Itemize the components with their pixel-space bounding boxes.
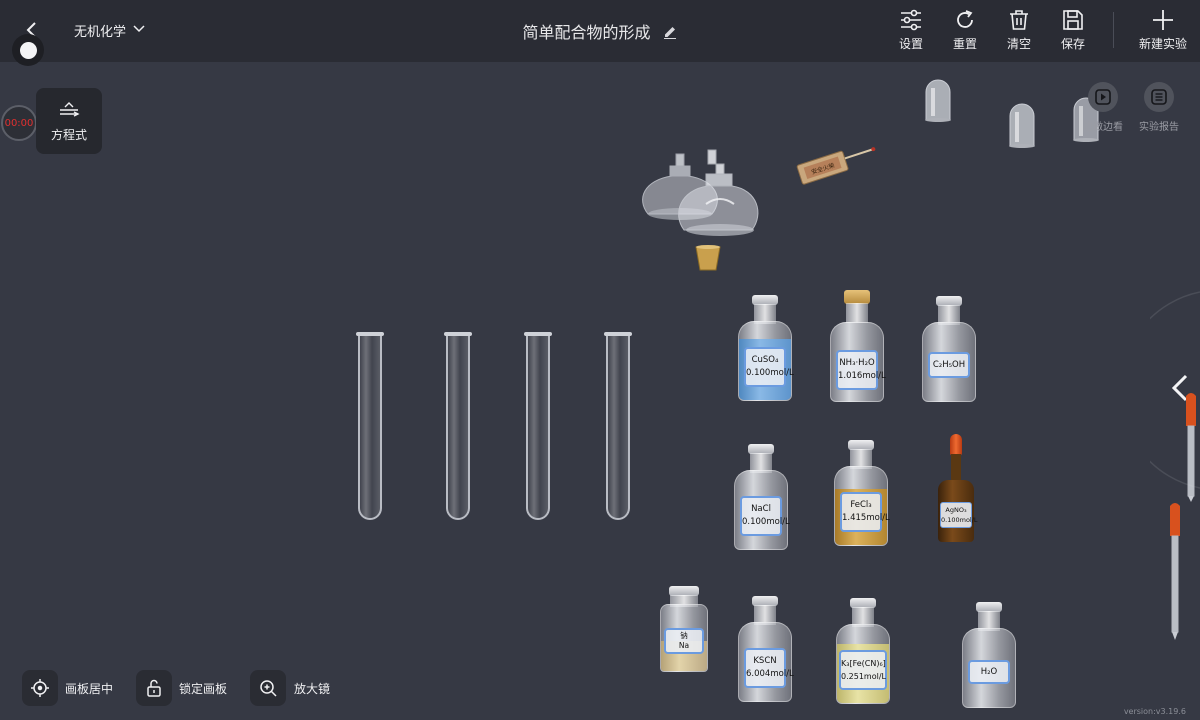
lock-canvas-label: 锁定画板 [179, 682, 228, 696]
bottle-label: NH₃·H₂O 1.016mol/L [836, 350, 886, 390]
test-tube-3[interactable] [524, 332, 552, 520]
kscn-conc: 6.004mol/L [746, 669, 794, 679]
bottle-agno3[interactable]: AgNO₃ 0.100mol/L [936, 434, 978, 542]
bottle-label: 钠 Na [664, 628, 704, 654]
experiment-report-button[interactable]: 实验报告 [1134, 82, 1184, 134]
save-label: 保存 [1060, 37, 1085, 51]
reset-label: 重置 [952, 37, 977, 51]
bottle-cuso4[interactable]: CuSO₄ 0.100mol/L [738, 295, 794, 401]
k3fecn6-name: K₃[Fe(CN)₆] [841, 659, 886, 668]
report-label: 实验报告 [1139, 122, 1179, 133]
bottle-label: CuSO₄ 0.100mol/L [744, 347, 794, 387]
nh3-name: NH₃·H₂O [839, 358, 875, 368]
agno3-conc: 0.100mol/L [941, 516, 978, 524]
assist-ball-dot [19, 41, 37, 59]
bottle-label: AgNO₃ 0.100mol/L [940, 502, 978, 528]
trash-icon [1010, 10, 1028, 30]
alcohol-lamp-group[interactable] [636, 144, 762, 240]
equation-arrow-icon [60, 102, 80, 117]
timer-text: 00:00 [4, 117, 34, 129]
fecl3-conc: 1.415mol/L [842, 513, 890, 523]
watch-circle [1088, 82, 1118, 112]
bottle-fecl3[interactable]: FeCl₃ 1.415mol/L [834, 440, 890, 546]
bottle-k3fecn6[interactable]: K₃[Fe(CN)₆] 0.251mol/L [836, 598, 890, 704]
bottle-kscn[interactable]: KSCN 6.004mol/L [738, 596, 794, 702]
report-circle [1144, 82, 1174, 112]
settings-button[interactable]: 设置 [886, 8, 936, 56]
dropper-bulb [950, 434, 962, 456]
settings-label: 设置 [898, 37, 923, 51]
bell-jar-2[interactable] [1006, 102, 1038, 148]
new-experiment-label: 新建实验 [1138, 37, 1187, 51]
bottle-label: C₂H₅OH [928, 352, 970, 378]
reset-button[interactable]: 重置 [940, 8, 990, 56]
assist-ball[interactable] [12, 34, 44, 66]
bottle-label: H₂O [968, 660, 1010, 684]
unlock-icon [147, 679, 161, 697]
equation-button[interactable]: 方程式 [36, 88, 102, 154]
equation-label: 方程式 [50, 128, 87, 142]
center-canvas-label: 画板居中 [65, 682, 114, 696]
floppy-disk-icon [1063, 10, 1083, 30]
ethanol-name: C₂H₅OH [932, 359, 966, 370]
bottle-label: FeCl₃ 1.415mol/L [840, 492, 890, 532]
lock-canvas-button[interactable] [136, 670, 172, 706]
new-experiment-button[interactable]: 新建实验 [1136, 8, 1190, 56]
crosshair-icon [31, 679, 49, 697]
experiment-title-text: 简单配合物的形成 [522, 23, 651, 42]
plus-icon [1153, 10, 1173, 30]
zoom-in-icon [260, 680, 277, 697]
k3fecn6-conc: 0.251mol/L [841, 672, 886, 681]
refresh-icon [957, 10, 973, 28]
sodium-formula: Na [678, 641, 690, 650]
play-icon [1095, 89, 1111, 105]
bottle-ethanol[interactable]: C₂H₅OH [922, 296, 976, 402]
watch-while-doing-button[interactable]: 边做边看 [1078, 82, 1128, 134]
sliders-icon [901, 9, 921, 31]
kscn-name: KSCN [753, 656, 777, 666]
bottle-neck [846, 303, 868, 323]
bottle-nh3[interactable]: NH₃·H₂O 1.016mol/L [830, 290, 886, 402]
toolbar-divider [1113, 12, 1114, 48]
timer[interactable]: 00:00 [1, 105, 37, 141]
watch-label: 边做边看 [1083, 122, 1123, 133]
cuso4-name: CuSO₄ [751, 355, 779, 365]
nh3-conc: 1.016mol/L [838, 371, 886, 381]
bottle-stopper-cork [844, 290, 870, 304]
magnifier-label: 放大镜 [294, 682, 331, 696]
test-tube-1[interactable] [356, 332, 384, 520]
version-text: version:v3.19.6 [1123, 707, 1186, 716]
fecl3-name: FeCl₃ [850, 500, 872, 510]
clear-button[interactable]: 清空 [994, 8, 1044, 56]
save-button[interactable]: 保存 [1048, 8, 1098, 56]
pencil-icon[interactable] [662, 24, 678, 40]
nacl-name: NaCl [751, 504, 771, 514]
nacl-conc: 0.100mol/L [742, 517, 790, 527]
bottle-sodium[interactable]: 钠 Na [660, 586, 708, 672]
test-tube-4[interactable] [604, 332, 632, 520]
matchbox[interactable]: 安全火柴 [794, 140, 878, 188]
bell-jar-1[interactable] [922, 78, 954, 122]
test-tube-2[interactable] [444, 332, 472, 520]
clear-label: 清空 [1006, 37, 1031, 51]
cuso4-conc: 0.100mol/L [746, 368, 794, 378]
bottle-label: KSCN 6.004mol/L [744, 648, 794, 688]
bottle-label: NaCl 0.100mol/L [740, 496, 790, 536]
top-toolbar: 无机化学 简单配合物的形成 设置 重置 清空 保存 新建实验 [0, 0, 1200, 62]
bottle-water[interactable]: H₂O [962, 602, 1016, 708]
report-list-icon [1151, 89, 1167, 105]
dropper-2[interactable] [1166, 502, 1184, 640]
crucible-cup[interactable] [694, 244, 722, 272]
bottle-nacl[interactable]: NaCl 0.100mol/L [734, 444, 790, 550]
agno3-name: AgNO₃ [945, 506, 967, 514]
dropper-1[interactable] [1182, 392, 1200, 502]
sodium-name: 钠 [680, 631, 688, 640]
magnifier-button[interactable] [250, 670, 286, 706]
dropper-neck [951, 454, 961, 482]
bottle-label: K₃[Fe(CN)₆] 0.251mol/L [839, 650, 887, 690]
water-name: H₂O [980, 666, 998, 677]
center-canvas-button[interactable] [22, 670, 58, 706]
